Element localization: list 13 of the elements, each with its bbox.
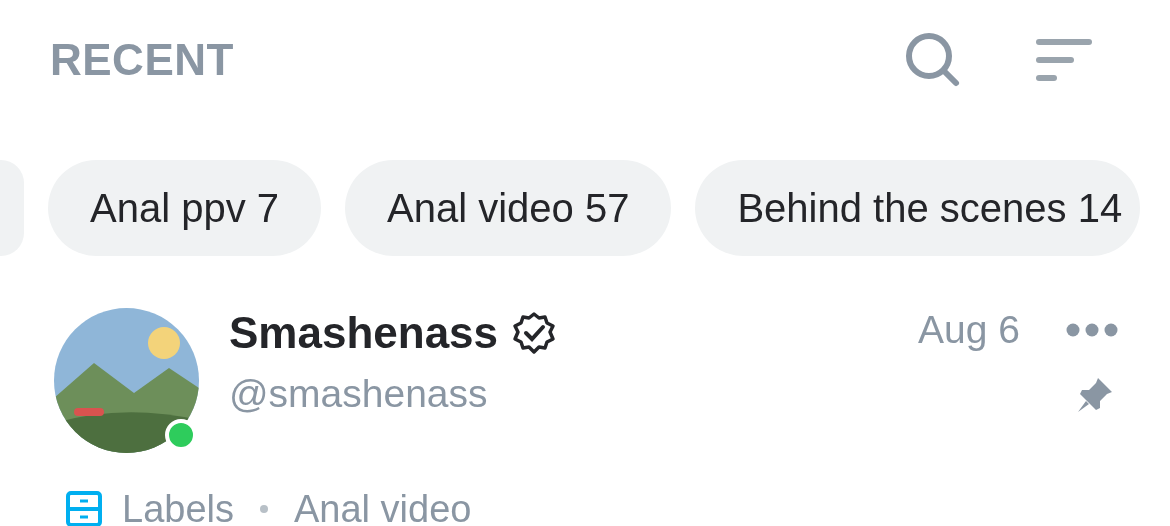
search-icon[interactable] [904,31,962,89]
pin-icon[interactable] [1076,376,1114,414]
post-date: Aug 6 [918,308,1020,352]
filter-chip[interactable]: Anal ppv 7 [48,160,322,256]
more-icon[interactable] [1066,323,1118,337]
section-title: RECENT [50,35,235,85]
sort-icon[interactable] [1036,38,1092,82]
filter-chip[interactable]: Behind the scenes 14 [695,160,1141,256]
filter-chip[interactable]: Anal video 57 [345,160,672,256]
labels-title: Labels [122,487,234,526]
separator-dot [260,505,268,513]
user-name[interactable]: Smashenass [229,308,499,358]
label-icon [66,491,102,526]
